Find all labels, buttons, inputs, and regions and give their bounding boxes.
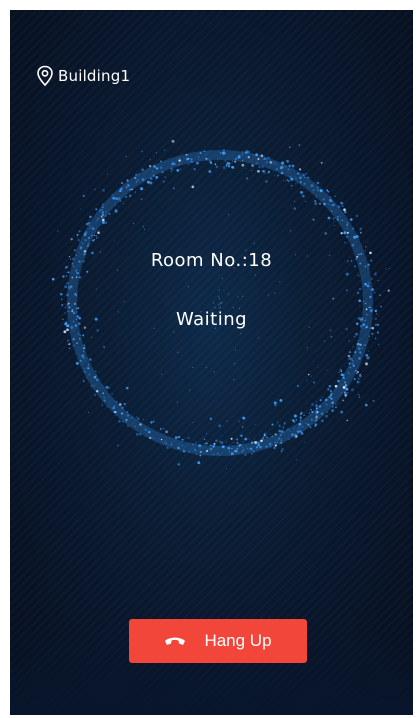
call-status: Waiting	[175, 309, 248, 330]
call-info: Room No.:18 Waiting	[10, 250, 413, 330]
call-screen: Building1 Room No.:18 Waiting Hang Up	[10, 10, 413, 715]
location-indicator: Building1	[36, 65, 130, 87]
location-pin-icon	[36, 65, 54, 87]
phone-hangup-icon	[164, 635, 186, 647]
location-label: Building1	[58, 67, 131, 85]
hang-up-label: Hang Up	[204, 631, 272, 650]
hang-up-button[interactable]: Hang Up	[129, 619, 307, 663]
room-number: Room No.:18	[150, 250, 273, 271]
device-frame: Building1 Room No.:18 Waiting Hang Up	[0, 0, 417, 718]
